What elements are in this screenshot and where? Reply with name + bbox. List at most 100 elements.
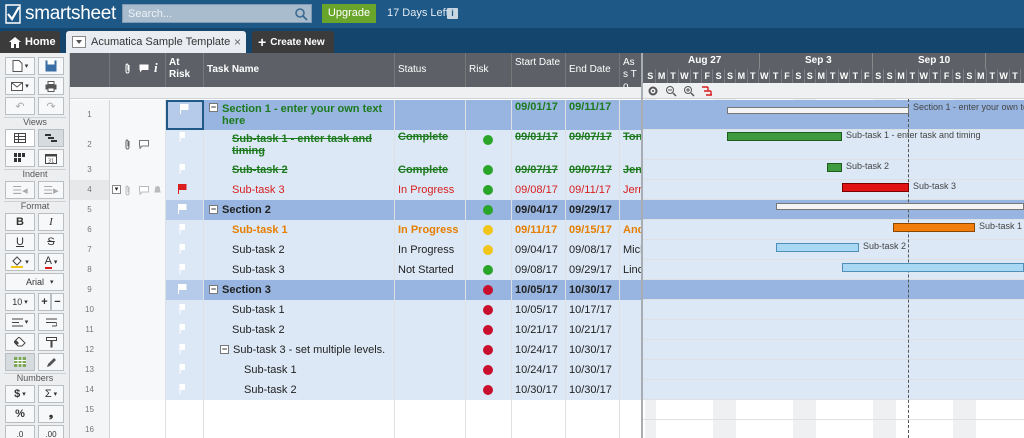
font-size-decrease-button[interactable]: − [51, 293, 64, 311]
gantt-view-button[interactable] [38, 129, 64, 147]
table-row[interactable]: 3 Sub-task 2 Complete 09/07/17 09/07/17 Jen [70, 160, 642, 180]
assigned-cell[interactable]: Ton [620, 130, 642, 160]
task-name-cell[interactable] [204, 400, 395, 420]
zoom-in-icon[interactable] [683, 85, 695, 97]
end-cell[interactable]: 10/30/17 [566, 340, 620, 360]
risk-cell[interactable] [466, 200, 512, 220]
email-button[interactable]: ▾ [5, 77, 35, 95]
task-name-cell[interactable]: Sub-task 1 [204, 220, 395, 240]
status-cell[interactable] [395, 400, 466, 420]
gantt-row[interactable] [643, 360, 1024, 380]
calendar-view-button[interactable]: 31 [38, 149, 64, 167]
flag-icon[interactable] [178, 164, 187, 174]
fill-color-button[interactable]: ▾ [5, 253, 35, 271]
flag-icon[interactable] [178, 384, 187, 394]
start-cell[interactable]: 09/08/17 [512, 180, 566, 200]
status-cell[interactable]: In Progress [395, 180, 466, 200]
row-number[interactable]: 6 [70, 220, 110, 240]
table-row[interactable]: 16 [70, 420, 642, 438]
risk-indicator-icon[interactable] [483, 185, 493, 195]
wrap-text-button[interactable] [38, 313, 64, 331]
row-number[interactable]: 8 [70, 260, 110, 280]
font-size-increase-button[interactable]: + [38, 293, 51, 311]
format-painter-button[interactable] [38, 333, 64, 351]
row-number[interactable]: 12 [70, 340, 110, 360]
status-cell[interactable] [395, 320, 466, 340]
gantt-bar-section1-subtask-1[interactable] [727, 132, 842, 141]
end-cell[interactable]: 09/07/17 [566, 160, 620, 180]
status-cell[interactable] [395, 100, 466, 130]
flag-icon[interactable] [178, 184, 187, 194]
risk-cell[interactable] [466, 280, 512, 300]
end-cell[interactable]: 10/30/17 [566, 360, 620, 380]
table-row[interactable]: 4 ▾ Sub-task 3 In Progress 09/08/17 09/11/17 J… [70, 180, 642, 200]
status-cell[interactable] [395, 280, 466, 300]
flag-icon[interactable] [178, 244, 187, 254]
table-row[interactable]: 11 Sub-task 2 10/21/17 10/21/17 [70, 320, 642, 340]
risk-indicator-icon[interactable] [483, 325, 493, 335]
at-risk-cell[interactable] [166, 360, 204, 380]
font-size-select[interactable]: 10 ▾ [5, 293, 35, 311]
risk-cell[interactable] [466, 380, 512, 400]
at-risk-cell[interactable] [166, 130, 204, 160]
end-cell[interactable]: 09/11/17 [566, 100, 620, 130]
assigned-cell[interactable] [620, 340, 642, 360]
status-cell[interactable]: In Progress [395, 240, 466, 260]
start-cell[interactable]: 10/05/17 [512, 280, 566, 300]
start-cell[interactable]: 09/08/17 [512, 260, 566, 280]
attachment-icon[interactable] [124, 185, 131, 196]
status-cell[interactable]: Not Started [395, 260, 466, 280]
flag-icon[interactable] [178, 224, 187, 234]
attachment-icon[interactable] [124, 139, 131, 150]
start-cell[interactable]: 09/11/17 [512, 220, 566, 240]
risk-indicator-icon[interactable] [483, 165, 493, 175]
end-cell[interactable]: 09/11/17 [566, 180, 620, 200]
assigned-cell[interactable] [620, 100, 642, 130]
column-header-risk[interactable]: Risk [466, 53, 512, 87]
flag-icon[interactable] [178, 132, 187, 142]
row-number[interactable]: 14 [70, 380, 110, 400]
table-row[interactable]: 6 Sub-task 1 In Progress 09/11/17 09/15/17 An… [70, 220, 642, 240]
risk-indicator-icon[interactable] [483, 285, 493, 295]
save-button[interactable] [38, 57, 64, 75]
assigned-cell[interactable] [620, 320, 642, 340]
status-cell[interactable] [395, 420, 466, 438]
table-row[interactable]: 5 − Section 2 09/04/17 09/29/17 [70, 200, 642, 220]
info-icon[interactable]: i [447, 8, 458, 19]
search-input[interactable] [123, 5, 291, 22]
start-cell[interactable]: 10/21/17 [512, 320, 566, 340]
risk-indicator-icon[interactable] [483, 385, 493, 395]
gantt-bar-section-2[interactable] [776, 203, 1024, 210]
end-cell[interactable]: 09/29/17 [566, 200, 620, 220]
gantt-row[interactable] [643, 420, 1024, 438]
table-row[interactable]: 13 Sub-task 1 10/24/17 10/30/17 [70, 360, 642, 380]
assigned-cell[interactable] [620, 360, 642, 380]
italic-button[interactable]: I [38, 213, 64, 231]
flag-icon[interactable] [178, 364, 187, 374]
flag-icon[interactable] [178, 324, 187, 334]
risk-cell[interactable] [466, 240, 512, 260]
thousands-separator-button[interactable]: ❟ [38, 405, 64, 423]
row-number[interactable]: 1 [70, 100, 110, 130]
task-name-cell[interactable]: Sub-task 3 [204, 180, 395, 200]
align-button[interactable]: ▾ [5, 313, 35, 331]
highlight-changes-button[interactable] [38, 353, 64, 371]
flag-icon[interactable] [178, 204, 187, 214]
row-number[interactable]: 4 [70, 180, 110, 200]
risk-cell[interactable] [466, 160, 512, 180]
strikethrough-button[interactable]: S [38, 233, 64, 251]
at-risk-cell[interactable] [166, 320, 204, 340]
comment-icon[interactable] [139, 140, 149, 149]
start-cell[interactable]: 09/04/17 [512, 200, 566, 220]
at-risk-cell[interactable] [166, 300, 204, 320]
at-risk-cell[interactable] [166, 240, 204, 260]
assigned-cell[interactable]: Mich [620, 240, 642, 260]
row-number[interactable]: 11 [70, 320, 110, 340]
risk-cell[interactable] [466, 100, 512, 130]
start-cell[interactable] [512, 400, 566, 420]
decrease-decimal-button[interactable]: .0 [5, 425, 35, 438]
table-row[interactable]: 9 − Section 3 10/05/17 10/30/17 [70, 280, 642, 300]
risk-cell[interactable] [466, 420, 512, 438]
upgrade-button[interactable]: Upgrade [322, 4, 376, 23]
end-cell[interactable]: 09/08/17 [566, 240, 620, 260]
